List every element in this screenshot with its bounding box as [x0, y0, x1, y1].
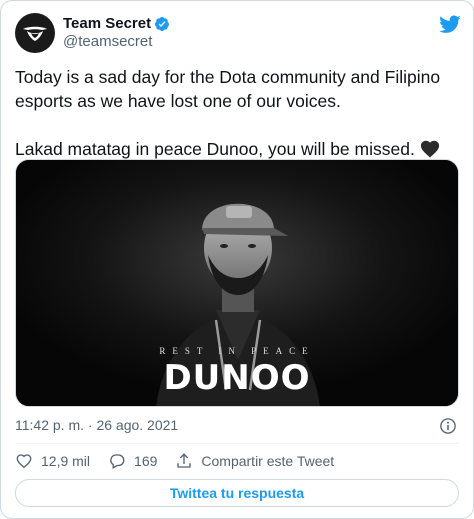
like-count: 12,9 mil: [41, 453, 91, 469]
tweet-paragraph-1: Today is a sad day for the Dota communit…: [15, 67, 441, 111]
tweet-actions: 12,9 mil 169 Compartir este Tweet: [15, 451, 352, 471]
comment-icon: [110, 454, 125, 469]
tweet-timestamp[interactable]: 11:42 p. m. · 26 ago. 2021: [15, 417, 178, 433]
info-icon[interactable]: [439, 417, 457, 435]
avatar[interactable]: [15, 13, 55, 53]
author-handle[interactable]: @teamsecret: [63, 33, 170, 50]
memorial-image[interactable]: REST IN PEACE DUNOO: [15, 159, 459, 407]
share-icon: [177, 453, 192, 468]
reply-action[interactable]: 169: [108, 452, 157, 470]
rest-in-peace-caption: REST IN PEACE: [159, 346, 315, 356]
author-display-name[interactable]: Team Secret: [63, 15, 151, 32]
share-button[interactable]: Compartir este Tweet: [175, 452, 334, 470]
team-secret-logo-icon: [23, 26, 47, 41]
tweet-paragraph-2-wrap: Lakad matatag in peace Dunoo, you will b…: [15, 137, 461, 161]
tweet-text: Today is a sad day for the Dota communit…: [15, 65, 461, 161]
memorial-name: DUNOO: [163, 358, 311, 398]
display-name-row: Team Secret: [63, 15, 170, 32]
heart-outline-icon: [16, 454, 32, 469]
reply-count: 169: [134, 453, 158, 469]
tweet-paragraph-2: Lakad matatag in peace Dunoo, you will b…: [15, 139, 415, 159]
twitter-bird-icon[interactable]: [439, 13, 461, 35]
verified-badge-icon: [155, 16, 170, 31]
author-names: Team Secret @teamsecret: [63, 15, 170, 50]
tweet-header: Team Secret @teamsecret: [15, 13, 461, 57]
reply-button[interactable]: Twittea tu respuesta: [15, 479, 459, 507]
tweet-card: Team Secret @teamsecret Today is a sad d…: [0, 0, 474, 519]
like-button[interactable]: 12,9 mil: [15, 452, 90, 470]
share-label: Compartir este Tweet: [201, 453, 335, 469]
black-heart-icon: [420, 140, 439, 158]
divider: [15, 443, 459, 444]
